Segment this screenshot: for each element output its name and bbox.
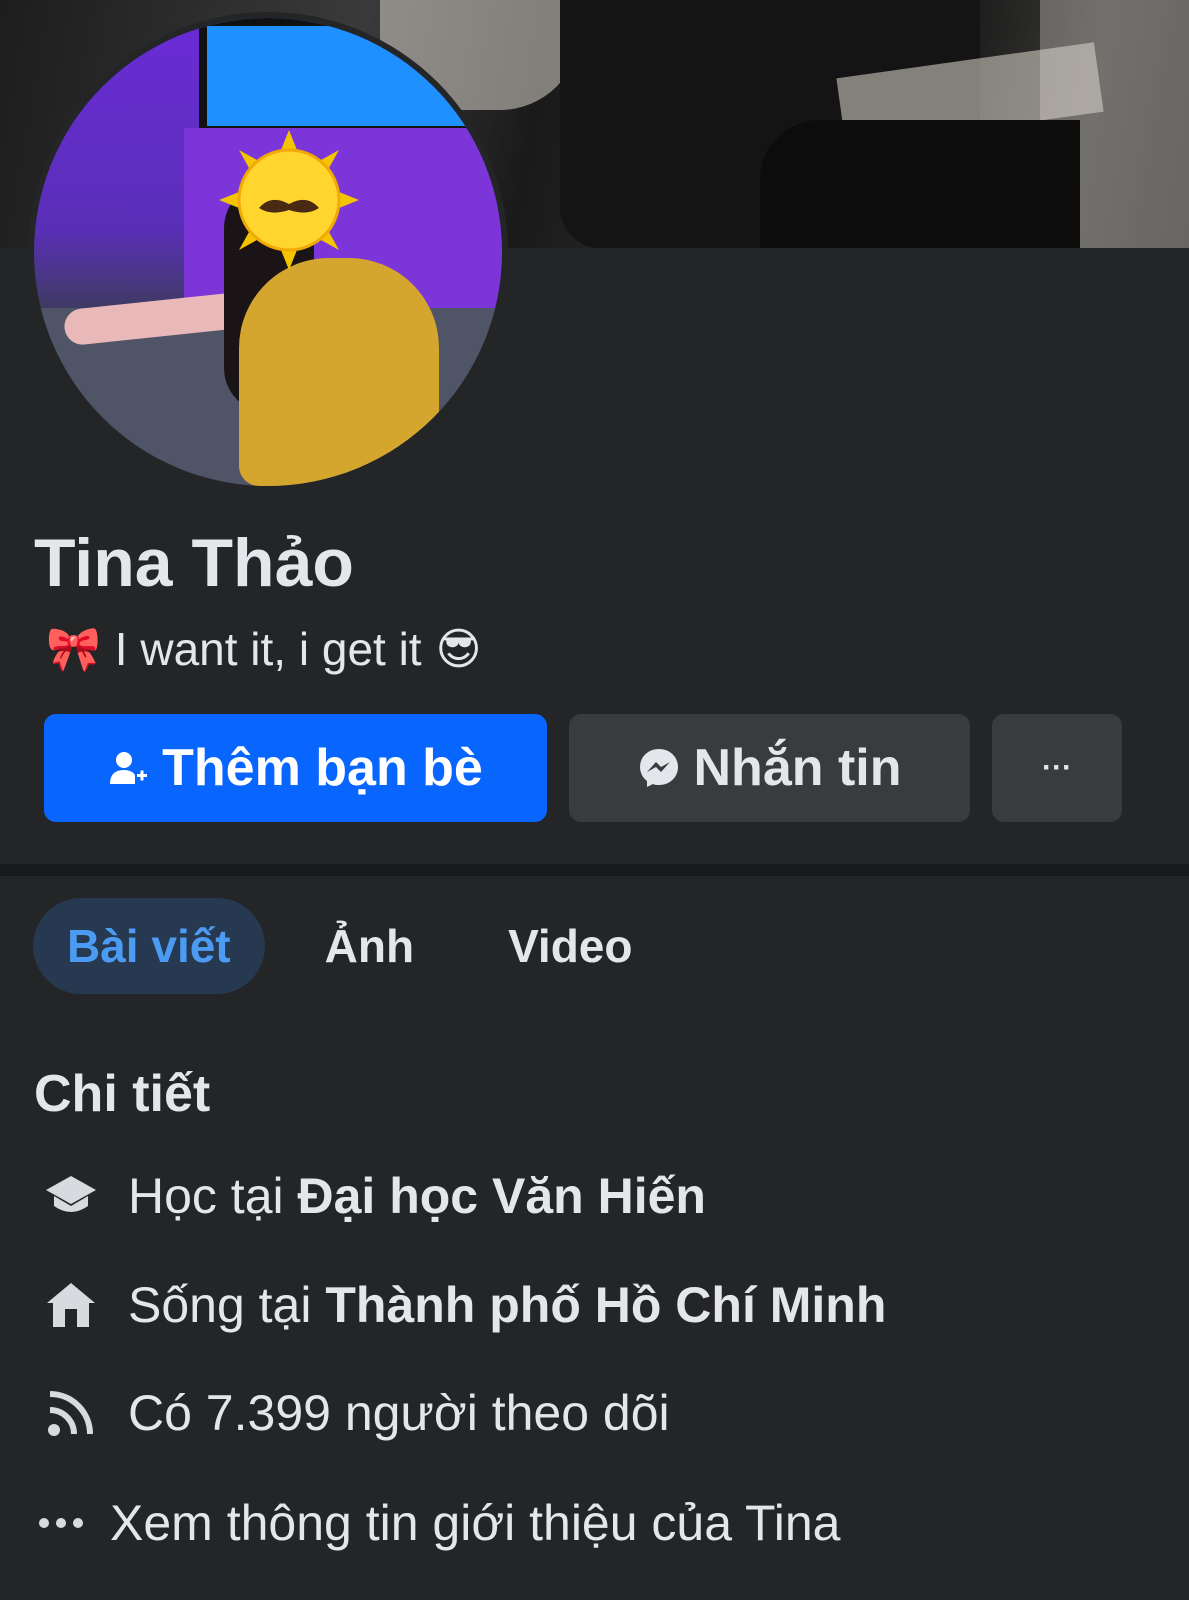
profile-bio: 🎀 I want it, i get it 😎	[46, 622, 481, 676]
message-button[interactable]: Nhắn tin	[569, 714, 970, 822]
profile-avatar[interactable]	[28, 12, 508, 492]
more-options-button[interactable]: ···	[992, 714, 1122, 822]
bio-text: I want it, i get it	[114, 623, 422, 675]
graduation-cap-icon	[40, 1165, 102, 1227]
school-link[interactable]: Đại học Văn Hiến	[298, 1168, 706, 1224]
detail-about-link[interactable]: Xem thông tin giới thiệu của Tina	[34, 1492, 840, 1554]
tab-videos[interactable]: Video	[474, 898, 666, 994]
sunglasses-emoji-icon: 😎	[435, 624, 482, 674]
ribbon-emoji-icon: 🎀	[46, 625, 101, 674]
more-dots-icon	[34, 1492, 88, 1554]
tab-photos[interactable]: Ảnh	[291, 898, 448, 994]
add-friend-label: Thêm bạn bè	[162, 739, 483, 797]
add-person-icon	[110, 752, 148, 784]
detail-residence: Sống tại Thành phố Hồ Chí Minh	[40, 1274, 886, 1336]
add-friend-button[interactable]: Thêm bạn bè	[44, 714, 547, 822]
section-divider	[0, 864, 1189, 876]
rss-feed-icon	[40, 1382, 102, 1444]
profile-name: Tina Thảo	[34, 525, 354, 601]
more-dots-icon: ···	[1042, 751, 1072, 784]
about-link-text: Xem thông tin giới thiệu của Tina	[110, 1495, 841, 1551]
messenger-icon	[639, 749, 678, 787]
city-link[interactable]: Thành phố Hồ Chí Minh	[325, 1277, 886, 1333]
followers-count: Có 7.399 người theo dõi	[128, 1385, 670, 1441]
detail-education: Học tại Đại học Văn Hiến	[40, 1165, 706, 1227]
detail-followers: Có 7.399 người theo dõi	[40, 1382, 670, 1444]
details-title: Chi tiết	[34, 1065, 211, 1123]
tab-posts[interactable]: Bài viết	[33, 898, 265, 994]
message-label: Nhắn tin	[693, 739, 902, 797]
home-icon	[40, 1274, 102, 1336]
profile-tabs: Bài viết Ảnh Video	[33, 898, 666, 994]
sun-mustache-sticker-icon	[219, 130, 359, 270]
